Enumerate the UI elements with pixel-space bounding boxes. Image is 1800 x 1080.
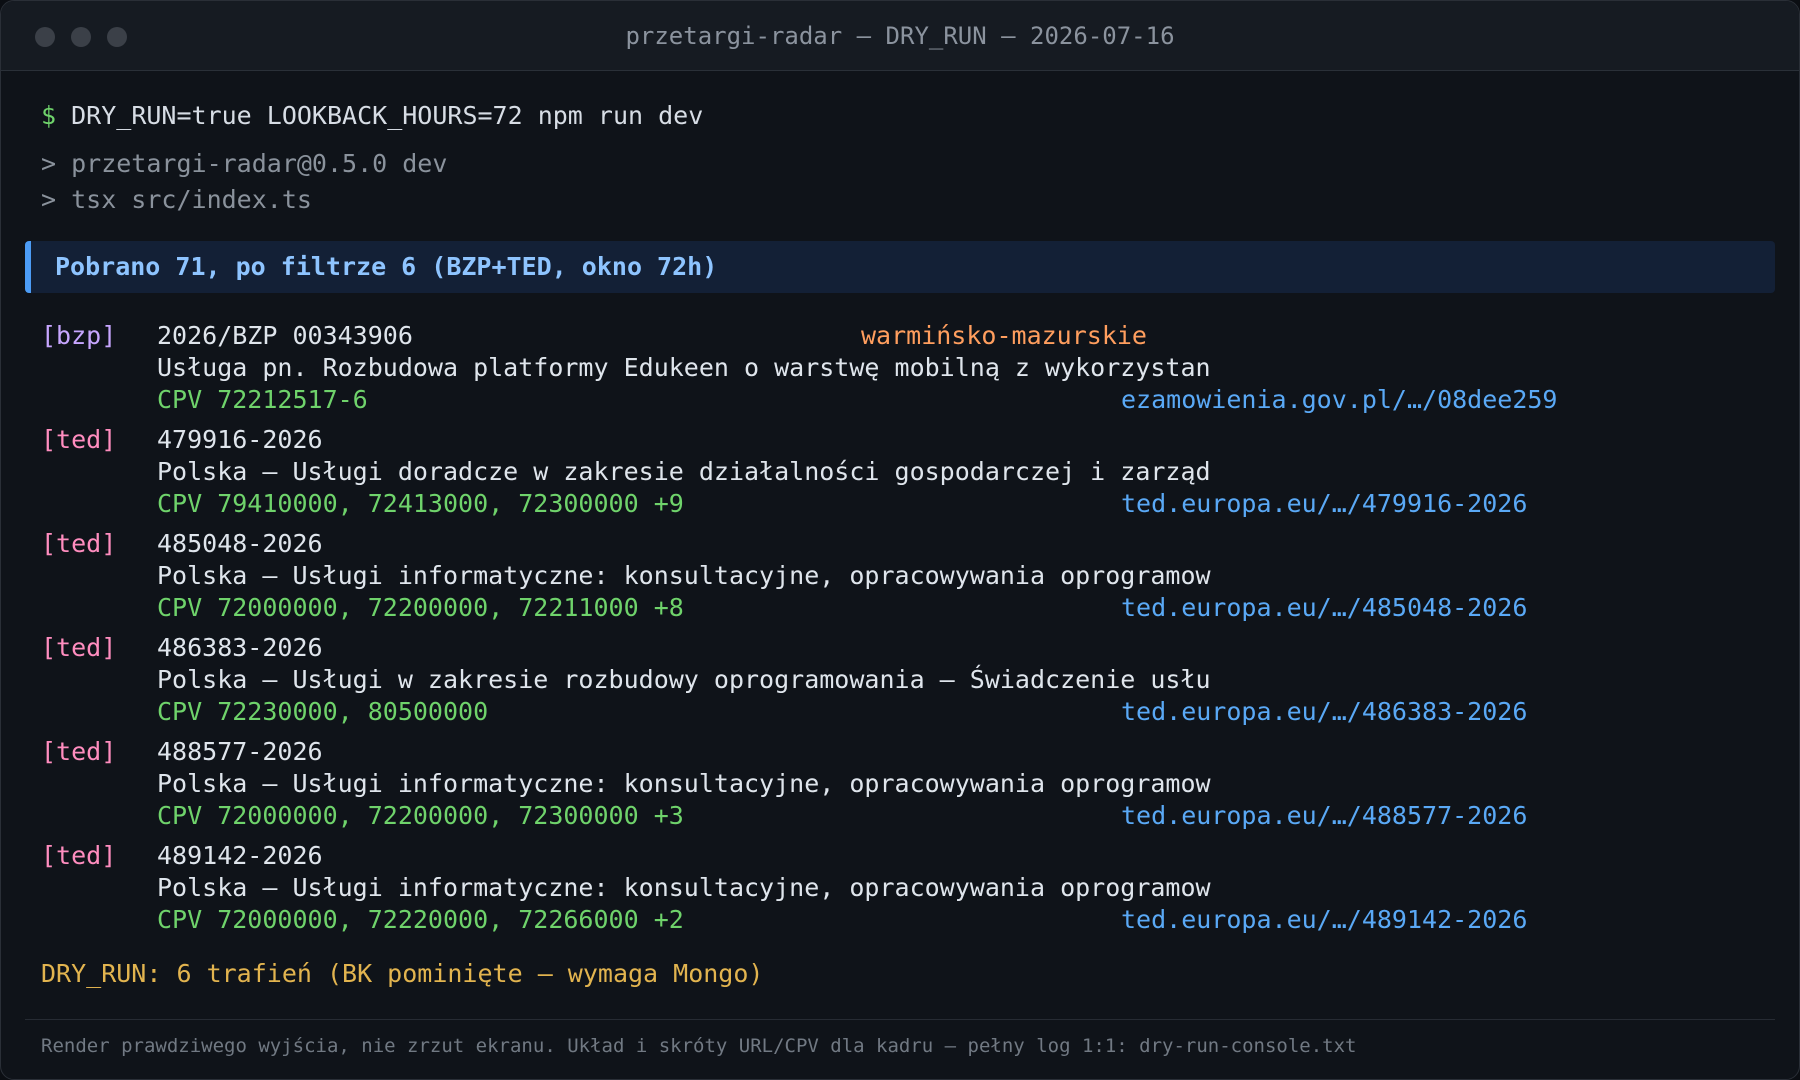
- terminal-window: przetargi-radar — DRY_RUN — 2026-07-16 $…: [0, 0, 1800, 1080]
- tender-description: Polska – Usługi informatyczne: konsultac…: [157, 769, 1211, 798]
- cpv-codes: CPV 72000000, 72200000, 72300000 +3: [157, 801, 684, 830]
- banner-text: Pobrano 71, po filtrze 6 (BZP+TED, okno …: [55, 252, 718, 281]
- tender-entry: [ted] 479916-2026 Polska – Usługi doradc…: [1, 425, 1799, 521]
- npm-output-line: > tsx src/index.ts: [41, 185, 312, 214]
- window-title: przetargi-radar — DRY_RUN — 2026-07-16: [625, 22, 1175, 50]
- tender-description: Polska – Usługi informatyczne: konsultac…: [157, 561, 1211, 590]
- tender-id: 489142-2026: [157, 841, 323, 870]
- tender-link[interactable]: ted.europa.eu/…/485048-2026: [1121, 593, 1527, 622]
- source-tag: [ted]: [41, 425, 117, 454]
- source-tag: [bzp]: [41, 321, 117, 350]
- source-tag: [ted]: [41, 529, 117, 558]
- tender-link[interactable]: ezamowienia.gov.pl/…/08dee259: [1121, 385, 1558, 414]
- command-line: $ DRY_RUN=true LOOKBACK_HOURS=72 npm run…: [41, 101, 703, 130]
- title-bar: przetargi-radar — DRY_RUN — 2026-07-16: [1, 1, 1799, 71]
- prompt-symbol: $: [41, 101, 57, 130]
- summary-banner: Pobrano 71, po filtrze 6 (BZP+TED, okno …: [25, 241, 1775, 293]
- tender-link[interactable]: ted.europa.eu/…/486383-2026: [1121, 697, 1527, 726]
- tender-entry: [bzp] 2026/BZP 00343906 warmińsko-mazurs…: [1, 321, 1799, 417]
- tender-description: Usługa pn. Rozbudowa platformy Edukeen o…: [157, 353, 1211, 382]
- tender-id: 488577-2026: [157, 737, 323, 766]
- tender-link[interactable]: ted.europa.eu/…/488577-2026: [1121, 801, 1527, 830]
- tender-entry: [ted] 486383-2026 Polska – Usługi w zakr…: [1, 633, 1799, 729]
- command-text: DRY_RUN=true LOOKBACK_HOURS=72 npm run d…: [56, 101, 704, 130]
- footer-note: Render prawdziwego wyjścia, nie zrzut ek…: [41, 1035, 1357, 1057]
- npm-output-line: > przetargi-radar@0.5.0 dev: [41, 149, 448, 178]
- terminal-output[interactable]: $ DRY_RUN=true LOOKBACK_HOURS=72 npm run…: [1, 71, 1799, 1079]
- dry-run-summary: DRY_RUN: 6 trafień (BK pominięte – wymag…: [41, 959, 764, 988]
- tender-id: 479916-2026: [157, 425, 323, 454]
- cpv-codes: CPV 72000000, 72220000, 72266000 +2: [157, 905, 684, 934]
- tender-link[interactable]: ted.europa.eu/…/479916-2026: [1121, 489, 1527, 518]
- tender-id: 485048-2026: [157, 529, 323, 558]
- tender-id: 486383-2026: [157, 633, 323, 662]
- tender-link[interactable]: ted.europa.eu/…/489142-2026: [1121, 905, 1527, 934]
- tender-entry: [ted] 488577-2026 Polska – Usługi inform…: [1, 737, 1799, 833]
- source-tag: [ted]: [41, 737, 117, 766]
- region-label: warmińsko-mazurskie: [861, 321, 1147, 350]
- source-tag: [ted]: [41, 841, 117, 870]
- cpv-codes: CPV 79410000, 72413000, 72300000 +9: [157, 489, 684, 518]
- tender-description: Polska – Usługi informatyczne: konsultac…: [157, 873, 1211, 902]
- tender-entry: [ted] 485048-2026 Polska – Usługi inform…: [1, 529, 1799, 625]
- cpv-codes: CPV 72212517-6: [157, 385, 368, 414]
- tender-description: Polska – Usługi doradcze w zakresie dzia…: [157, 457, 1211, 486]
- footer-divider: [25, 1019, 1775, 1020]
- tender-entry: [ted] 489142-2026 Polska – Usługi inform…: [1, 841, 1799, 937]
- tender-id: 2026/BZP 00343906: [157, 321, 413, 350]
- tender-description: Polska – Usługi w zakresie rozbudowy opr…: [157, 665, 1211, 694]
- source-tag: [ted]: [41, 633, 117, 662]
- cpv-codes: CPV 72230000, 80500000: [157, 697, 489, 726]
- cpv-codes: CPV 72000000, 72200000, 72211000 +8: [157, 593, 684, 622]
